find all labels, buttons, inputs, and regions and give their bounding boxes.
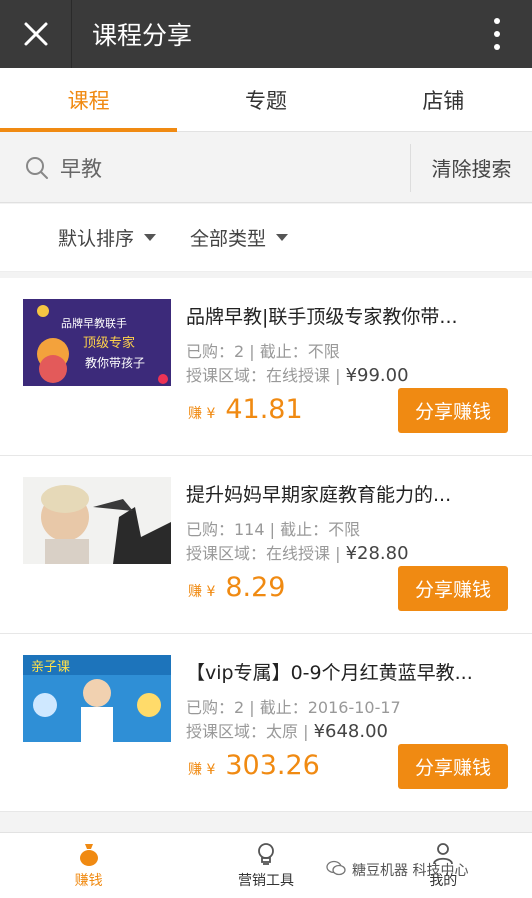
- earn-label: 赚 ¥: [188, 762, 216, 778]
- caret-down-icon: [276, 234, 289, 241]
- share-earn-button[interactable]: 分享赚钱: [398, 566, 508, 611]
- sold-count: 已购：2: [186, 342, 245, 361]
- more-dot-icon: [494, 18, 500, 24]
- course-thumbnail: 品牌早教联手 顶级专家 教你带孩子: [23, 299, 171, 386]
- sold-count: 已购：114: [186, 520, 265, 539]
- earn-amount: 赚 ¥ 41.81: [188, 394, 303, 425]
- earn-amount: 赚 ¥ 8.29: [188, 572, 285, 603]
- money-bag-icon: [79, 843, 98, 866]
- sold-count: 已购：2: [186, 698, 245, 717]
- earn-amount: 赚 ¥ 303.26: [188, 750, 320, 781]
- course-thumbnail: 亲子课: [23, 655, 171, 742]
- page-title: 课程分享: [92, 21, 193, 50]
- watermark-text: 糖豆机器 科技中心: [352, 863, 469, 879]
- list-item[interactable]: 亲子课 【vip专属】0-9个月红黄蓝早教... 已购：2 | 截止：2016-…: [0, 634, 532, 812]
- course-area: 授课区域：在线授课: [186, 544, 331, 563]
- earn-label: 赚 ¥: [188, 406, 216, 422]
- more-dot-icon: [494, 44, 500, 50]
- course-area-price: 授课区域：在线授课 | ¥28.80: [186, 543, 409, 564]
- nav-marketing-label: 营销工具: [237, 872, 294, 889]
- course-area-price: 授课区域：太原 | ¥648.00: [186, 721, 389, 742]
- share-earn-button[interactable]: 分享赚钱: [398, 388, 508, 433]
- deadline: 截止：不限: [280, 520, 361, 539]
- course-price: ¥28.80: [345, 543, 409, 564]
- lightbulb-icon: [258, 842, 274, 865]
- course-price: ¥99.00: [345, 365, 409, 386]
- course-meta: 已购：2 | 截止：2016-10-17: [186, 698, 401, 717]
- type-label: 全部类型: [190, 228, 267, 250]
- share-earn-button[interactable]: 分享赚钱: [398, 744, 508, 789]
- thumb-text-line1: 品牌早教联手: [61, 316, 127, 330]
- more-dot-icon: [494, 31, 500, 37]
- sort-dropdown[interactable]: 默认排序: [58, 224, 157, 251]
- tab-shops[interactable]: 店铺: [355, 68, 532, 131]
- search-input[interactable]: 早教: [60, 153, 410, 183]
- sort-label: 默认排序: [58, 228, 135, 250]
- course-area: 授课区域：在线授课: [186, 366, 331, 385]
- course-list: 品牌早教联手 顶级专家 教你带孩子 品牌早教|联手顶级专家教你带... 已购：2…: [0, 278, 532, 812]
- course-meta: 已购：2 | 截止：不限: [186, 342, 340, 361]
- earn-value: 8.29: [225, 572, 286, 603]
- search-icon: [24, 155, 50, 181]
- thumb-text-line3: 教你带孩子: [85, 355, 145, 370]
- thumb-text-line2: 顶级专家: [83, 335, 135, 351]
- close-button[interactable]: [0, 0, 72, 68]
- nav-earn[interactable]: 赚钱: [0, 833, 177, 898]
- course-area: 授课区域：太原: [186, 722, 299, 741]
- course-thumbnail: [23, 477, 171, 564]
- list-item[interactable]: 品牌早教联手 顶级专家 教你带孩子 品牌早教|联手顶级专家教你带... 已购：2…: [0, 278, 532, 456]
- course-title[interactable]: 品牌早教|联手顶级专家教你带...: [186, 302, 506, 329]
- course-area-price: 授课区域：在线授课 | ¥99.00: [186, 365, 409, 386]
- list-item[interactable]: 提升妈妈早期家庭教育能力的... 已购：114 | 截止：不限 授课区域：在线授…: [0, 456, 532, 634]
- tab-courses[interactable]: 课程: [0, 68, 178, 132]
- earn-label: 赚 ¥: [188, 584, 216, 600]
- deadline: 截止：不限: [259, 342, 340, 361]
- more-menu-button[interactable]: [482, 18, 512, 50]
- nav-earn-label: 赚钱: [74, 872, 103, 889]
- tab-topics[interactable]: 专题: [177, 68, 354, 131]
- earn-value: 41.81: [225, 394, 303, 425]
- deadline: 截止：2016-10-17: [259, 698, 401, 717]
- course-title[interactable]: 提升妈妈早期家庭教育能力的...: [186, 480, 506, 507]
- course-meta: 已购：114 | 截止：不限: [186, 520, 361, 539]
- clear-search-button[interactable]: 清除搜索: [410, 143, 532, 192]
- course-title[interactable]: 【vip专属】0-9个月红黄蓝早教...: [186, 658, 506, 685]
- wechat-icon: [326, 860, 346, 880]
- tab-bar: 课程 专题 店铺: [0, 68, 532, 132]
- filter-bar: 默认排序 全部类型: [0, 204, 532, 272]
- thumb-text: 亲子课: [31, 660, 70, 675]
- top-bar: 课程分享: [0, 0, 532, 68]
- course-price: ¥648.00: [313, 721, 389, 742]
- search-bar: 早教 清除搜索: [0, 133, 532, 203]
- watermark: 糖豆机器 科技中心: [326, 860, 468, 880]
- earn-value: 303.26: [225, 750, 320, 781]
- type-dropdown[interactable]: 全部类型: [190, 224, 289, 251]
- caret-down-icon: [144, 234, 157, 241]
- close-icon: [24, 22, 47, 46]
